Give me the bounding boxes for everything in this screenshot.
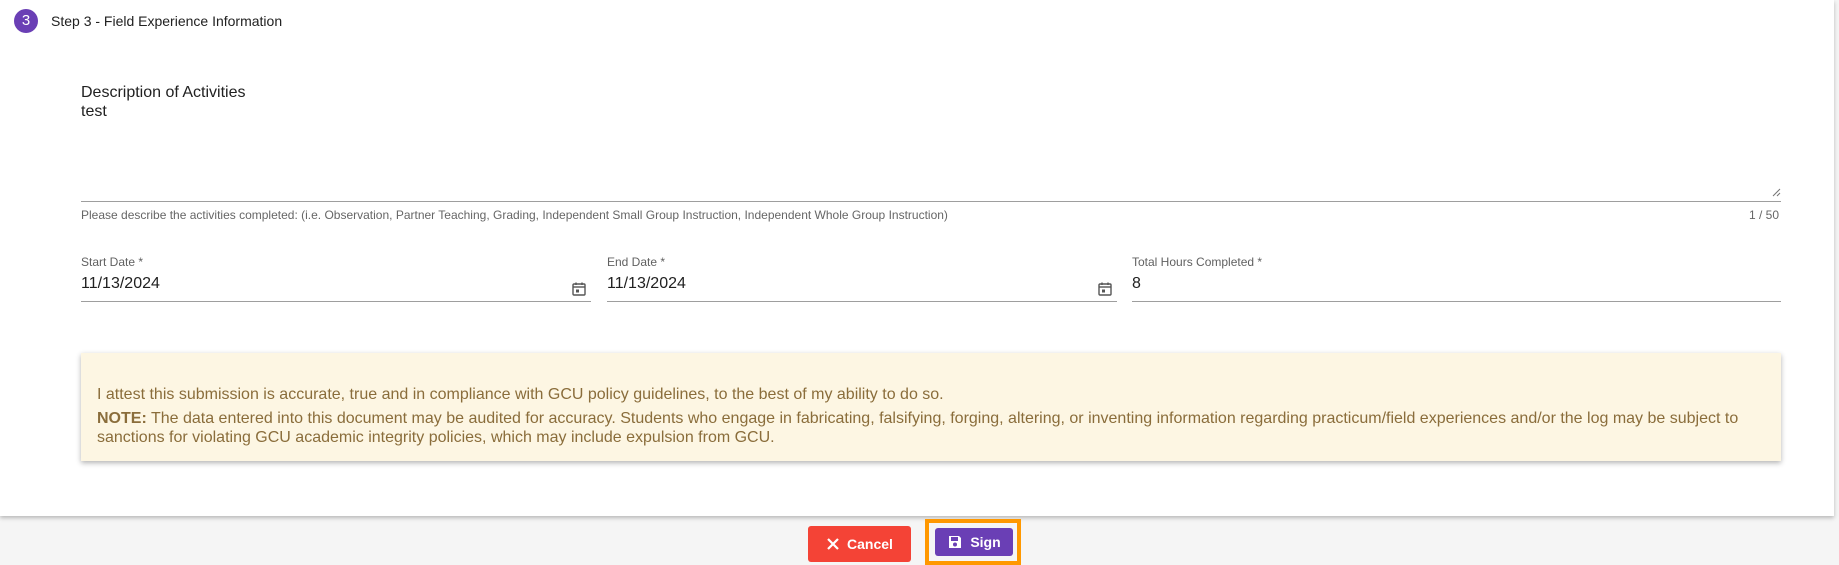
description-value[interactable]: test: [81, 103, 1781, 121]
end-date-label: End Date *: [607, 255, 666, 269]
attestation-note: NOTE: The data entered into this documen…: [97, 409, 1765, 447]
note-label: NOTE:: [97, 410, 147, 427]
total-hours-field[interactable]: Total Hours Completed * 8: [1132, 255, 1781, 302]
form-card: 3 Step 3 - Field Experience Information …: [0, 0, 1834, 516]
end-date-value[interactable]: 11/13/2024: [607, 275, 1117, 293]
attestation-notice: I attest this submission is accurate, tr…: [81, 353, 1781, 461]
description-char-counter: 1 / 50: [1749, 208, 1780, 222]
description-hint: Please describe the activities completed…: [81, 208, 948, 222]
resize-handle-icon[interactable]: [1771, 187, 1781, 197]
description-label: Description of Activities: [81, 84, 246, 101]
save-icon: [949, 536, 962, 548]
cancel-button-label: Cancel: [847, 536, 893, 552]
attestation-text: I attest this submission is accurate, tr…: [97, 386, 944, 403]
sign-button[interactable]: Sign: [935, 528, 1013, 556]
step-number-badge: 3: [14, 9, 38, 33]
close-icon: [827, 538, 839, 550]
start-date-field[interactable]: Start Date * 11/13/2024: [81, 255, 591, 302]
end-date-field[interactable]: End Date * 11/13/2024: [607, 255, 1117, 302]
note-text: The data entered into this document may …: [97, 410, 1739, 446]
start-date-value[interactable]: 11/13/2024: [81, 275, 591, 293]
cancel-button[interactable]: Cancel: [808, 526, 911, 562]
total-hours-value[interactable]: 8: [1132, 275, 1781, 293]
total-hours-label: Total Hours Completed *: [1132, 255, 1263, 269]
sign-button-focus-ring: Sign: [925, 519, 1021, 565]
step-title: Step 3 - Field Experience Information: [51, 13, 283, 29]
step-header: 3 Step 3 - Field Experience Information: [14, 9, 282, 33]
description-textarea[interactable]: Description of Activities test: [81, 84, 1781, 202]
calendar-icon[interactable]: [1097, 281, 1113, 297]
sign-button-label: Sign: [970, 534, 1001, 550]
calendar-icon[interactable]: [571, 281, 587, 297]
start-date-label: Start Date *: [81, 255, 144, 269]
